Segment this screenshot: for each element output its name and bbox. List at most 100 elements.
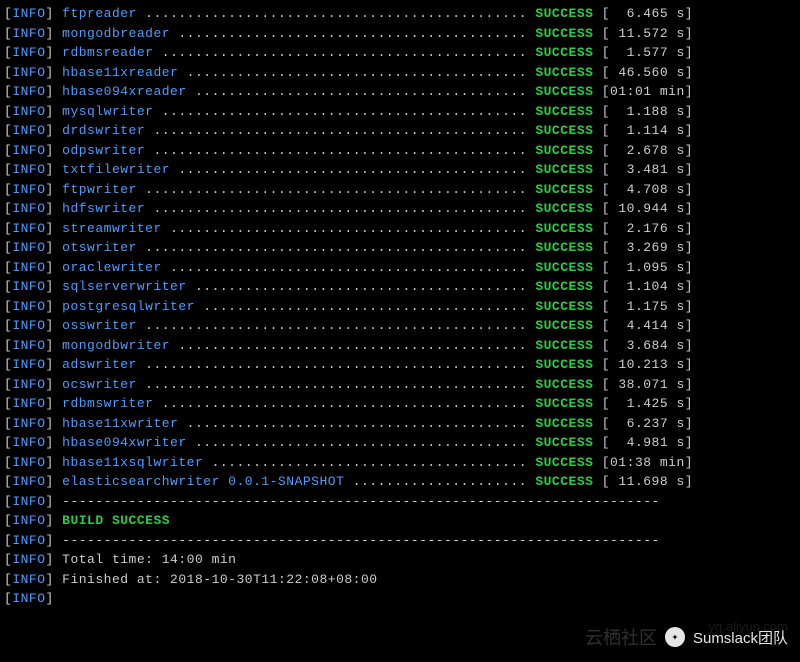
level-label: INFO xyxy=(12,65,45,80)
watermark-left-text: 云栖社区 xyxy=(585,624,657,650)
status-text: SUCCESS xyxy=(535,6,593,21)
module-name: ftpreader xyxy=(62,6,137,21)
module-name: rdbmsreader xyxy=(62,45,153,60)
status-text: SUCCESS xyxy=(535,338,593,353)
separator: ----------------------------------------… xyxy=(62,533,660,548)
build-row: [INFO] hbase094xreader .................… xyxy=(4,82,796,102)
level-label: INFO xyxy=(12,6,45,21)
build-row: [INFO] txtfilewriter ...................… xyxy=(4,160,796,180)
status-text: SUCCESS xyxy=(535,416,593,431)
module-name: osswriter xyxy=(62,318,137,333)
build-row: [INFO] otswriter .......................… xyxy=(4,238,796,258)
status-text: SUCCESS xyxy=(535,240,593,255)
module-name: otswriter xyxy=(62,240,137,255)
module-name: hbase094xreader xyxy=(62,84,187,99)
build-row: [INFO] ftpwriter .......................… xyxy=(4,180,796,200)
info-line: [INFO] Total time: 14:00 min xyxy=(4,550,796,570)
build-row: [INFO] hdfswriter ......................… xyxy=(4,199,796,219)
module-name: elasticsearchwriter 0.0.1-SNAPSHOT xyxy=(62,474,344,489)
build-row: [INFO] rdbmsreader .....................… xyxy=(4,43,796,63)
status-text: SUCCESS xyxy=(535,45,593,60)
info-line: [INFO] ---------------------------------… xyxy=(4,531,796,551)
level-label: INFO xyxy=(12,299,45,314)
level-label: INFO xyxy=(12,123,45,138)
module-name: ftpwriter xyxy=(62,182,137,197)
module-name: drdswriter xyxy=(62,123,145,138)
status-text: SUCCESS xyxy=(535,201,593,216)
module-name: postgresqlwriter xyxy=(62,299,195,314)
module-name: mysqlwriter xyxy=(62,104,153,119)
module-name: streamwriter xyxy=(62,221,162,236)
status-text: SUCCESS xyxy=(535,396,593,411)
status-text: SUCCESS xyxy=(535,455,593,470)
level-label: INFO xyxy=(12,84,45,99)
module-name: hdfswriter xyxy=(62,201,145,216)
module-name: hbase11xsqlwriter xyxy=(62,455,203,470)
build-row: [INFO] streamwriter ....................… xyxy=(4,219,796,239)
status-text: SUCCESS xyxy=(535,162,593,177)
build-row: [INFO] drdswriter ......................… xyxy=(4,121,796,141)
info-line: [INFO] Finished at: 2018-10-30T11:22:08+… xyxy=(4,570,796,590)
total-time: Total time: 14:00 min xyxy=(62,552,236,567)
level-label: INFO xyxy=(12,26,45,41)
module-name: adswriter xyxy=(62,357,137,372)
module-name: odpswriter xyxy=(62,143,145,158)
build-row: [INFO] hbase11xsqlwriter ...............… xyxy=(4,453,796,473)
wechat-icon: ✦ xyxy=(665,627,685,647)
build-row: [INFO] sqlserverwriter .................… xyxy=(4,277,796,297)
level-label: INFO xyxy=(12,260,45,275)
watermark-right-text: Sumslack团队 xyxy=(693,627,788,648)
status-text: SUCCESS xyxy=(535,357,593,372)
module-name: hbase094xwriter xyxy=(62,435,187,450)
level-label: INFO xyxy=(12,45,45,60)
build-row: [INFO] elasticsearchwriter 0.0.1-SNAPSHO… xyxy=(4,472,796,492)
level-label: INFO xyxy=(12,201,45,216)
level-label: INFO xyxy=(12,318,45,333)
level-label: INFO xyxy=(12,104,45,119)
build-row: [INFO] hbase11xwriter ..................… xyxy=(4,414,796,434)
build-row: [INFO] adswriter .......................… xyxy=(4,355,796,375)
build-row: [INFO] oraclewriter ....................… xyxy=(4,258,796,278)
level-label: INFO xyxy=(12,416,45,431)
module-name: hbase11xreader xyxy=(62,65,178,80)
status-text: SUCCESS xyxy=(535,104,593,119)
status-text: SUCCESS xyxy=(535,377,593,392)
level-label: INFO xyxy=(12,377,45,392)
build-row: [INFO] mongodbwriter ...................… xyxy=(4,336,796,356)
build-row: [INFO] postgresqlwriter ................… xyxy=(4,297,796,317)
module-name: rdbmswriter xyxy=(62,396,153,411)
build-row: [INFO] odpswriter ......................… xyxy=(4,141,796,161)
status-text: SUCCESS xyxy=(535,123,593,138)
terminal-output: [INFO] ftpreader .......................… xyxy=(4,4,796,609)
status-text: SUCCESS xyxy=(535,279,593,294)
build-row: [INFO] hbase11xreader ..................… xyxy=(4,63,796,83)
level-label: INFO xyxy=(12,182,45,197)
module-name: oraclewriter xyxy=(62,260,162,275)
status-text: SUCCESS xyxy=(535,299,593,314)
status-text: SUCCESS xyxy=(535,318,593,333)
build-row: [INFO] mongodbreader ...................… xyxy=(4,24,796,44)
status-text: SUCCESS xyxy=(535,65,593,80)
watermark: 云栖社区 ✦ Sumslack团队 xyxy=(585,624,788,650)
build-row: [INFO] mysqlwriter .....................… xyxy=(4,102,796,122)
status-text: SUCCESS xyxy=(535,260,593,275)
status-text: SUCCESS xyxy=(535,474,593,489)
level-label: INFO xyxy=(12,162,45,177)
status-text: SUCCESS xyxy=(535,435,593,450)
build-row: [INFO] hbase094xwriter .................… xyxy=(4,433,796,453)
build-row: [INFO] ocswriter .......................… xyxy=(4,375,796,395)
finished-at: Finished at: 2018-10-30T11:22:08+08:00 xyxy=(62,572,377,587)
info-line: [INFO] ---------------------------------… xyxy=(4,492,796,512)
level-label: INFO xyxy=(12,357,45,372)
status-text: SUCCESS xyxy=(535,84,593,99)
build-row: [INFO] rdbmswriter .....................… xyxy=(4,394,796,414)
build-success: BUILD SUCCESS xyxy=(62,513,170,528)
status-text: SUCCESS xyxy=(535,221,593,236)
level-label: INFO xyxy=(12,435,45,450)
status-text: SUCCESS xyxy=(535,26,593,41)
status-text: SUCCESS xyxy=(535,182,593,197)
build-row: [INFO] osswriter .......................… xyxy=(4,316,796,336)
module-name: sqlserverwriter xyxy=(62,279,187,294)
module-name: ocswriter xyxy=(62,377,137,392)
info-line-partial: [INFO] xyxy=(4,589,796,609)
